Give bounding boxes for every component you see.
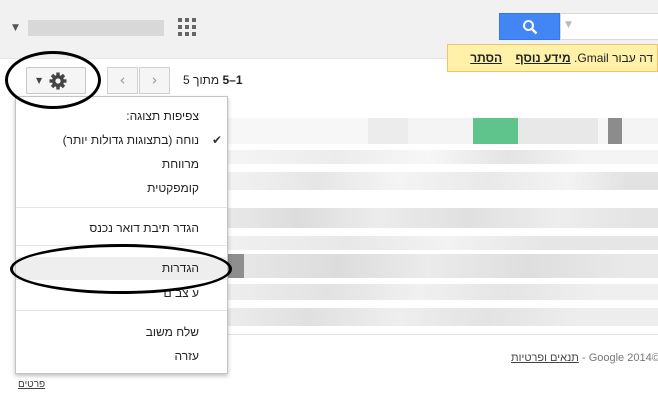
- hide-link[interactable]: הסתר: [470, 51, 502, 65]
- apps-grid-icon[interactable]: [178, 18, 196, 36]
- menu-separator: [16, 310, 227, 311]
- chevron-left-icon: ‹: [119, 71, 126, 89]
- terms-link[interactable]: תנאים ופרטיות: [511, 352, 579, 364]
- configure-inbox-item[interactable]: הגדר תיבת דואר נכנס: [89, 221, 199, 235]
- settings-menu: צפיפות תצוגה: ✔ נוחה (בתצוגות גדולות יות…: [15, 96, 228, 374]
- email-row[interactable]: [228, 118, 658, 144]
- send-feedback-item[interactable]: שלח משוב: [146, 325, 199, 339]
- pager-total: 5: [183, 73, 190, 87]
- blurred-account-name: [28, 20, 164, 36]
- density-comfortable[interactable]: נוחה (בתצוגות גדולות יותר): [63, 133, 199, 147]
- checkmark-icon: ✔: [212, 133, 223, 147]
- email-row[interactable]: [228, 284, 658, 300]
- email-row[interactable]: [228, 254, 658, 278]
- email-row[interactable]: [228, 150, 658, 164]
- search-input[interactable]: ▼: [560, 13, 658, 40]
- newer-button[interactable]: ›: [139, 67, 170, 94]
- account-caret-icon[interactable]: ▼: [12, 23, 19, 33]
- display-density-header: צפיפות תצוגה:: [126, 109, 199, 123]
- annotation-ellipse-gear: [5, 51, 101, 109]
- details-link[interactable]: פרטים: [18, 379, 45, 390]
- chevron-right-icon: ›: [151, 71, 158, 89]
- help-item[interactable]: עזרה: [174, 349, 199, 363]
- annotation-ellipse-settings: [10, 244, 232, 294]
- pager-of: מתוך: [193, 73, 220, 87]
- notice-bar: דה עבור Gmail. מידע נוסף הסתר: [447, 44, 658, 72]
- copyright-text: ©2014 Google -: [581, 352, 658, 364]
- footer: ©2014 Google - תנאים ופרטיות: [511, 352, 658, 364]
- menu-separator: [16, 207, 227, 208]
- email-row[interactable]: [228, 236, 658, 250]
- search-button[interactable]: [499, 13, 560, 40]
- older-button[interactable]: ‹: [107, 67, 138, 94]
- search-options-caret-icon[interactable]: ▼: [565, 20, 572, 30]
- list-divider: [228, 334, 658, 335]
- more-info-link[interactable]: מידע נוסף: [515, 51, 570, 65]
- email-row[interactable]: [228, 172, 658, 190]
- email-row[interactable]: [228, 308, 658, 326]
- pager-range: 1–5: [222, 73, 243, 87]
- density-compact[interactable]: קומפקטית: [147, 181, 199, 195]
- density-cozy[interactable]: מרווחת: [162, 157, 199, 171]
- notice-text: דה עבור Gmail.: [574, 51, 653, 65]
- search-icon: [522, 19, 537, 34]
- email-row[interactable]: [228, 208, 658, 228]
- pager-text: 1–5 מתוך 5: [183, 73, 243, 87]
